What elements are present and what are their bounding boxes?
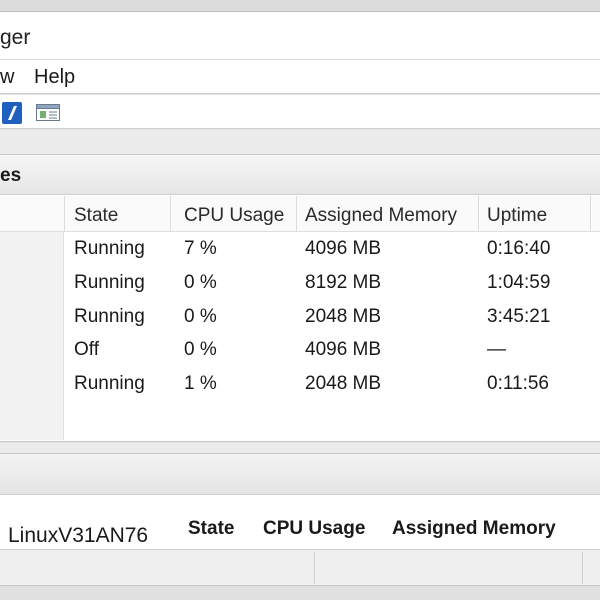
details-pane-header (0, 453, 600, 495)
vm-uptime: 1:04:59 (487, 272, 551, 293)
vm-assigned-memory: 8192 MB (305, 272, 382, 293)
vm-state: Running (74, 272, 145, 293)
status-bar (0, 550, 600, 586)
vm-uptime: 3:45:21 (487, 306, 551, 327)
vm-state: Running (74, 238, 145, 259)
menu-view[interactable]: w (0, 66, 14, 89)
column-separator[interactable] (64, 196, 65, 232)
vm-state: Off (74, 339, 99, 360)
help-icon[interactable] (2, 102, 22, 124)
table-row[interactable]: Running 1 % 2048 MB 0:11:56 (64, 367, 600, 401)
details-header-assigned-memory: Assigned Memory (392, 518, 556, 539)
vm-assigned-memory: 2048 MB (305, 306, 382, 327)
vm-cpu-usage: 1 % (184, 373, 217, 394)
vm-cpu-usage: 7 % (184, 238, 217, 259)
menu-help[interactable]: Help (34, 66, 75, 89)
vm-assigned-memory: 4096 MB (305, 238, 382, 259)
vm-assigned-memory: 4096 MB (305, 339, 382, 360)
vm-cpu-usage: 0 % (184, 272, 217, 293)
selected-vm-name: LinuxV31AN76 (8, 524, 149, 547)
status-bar-separator (582, 552, 583, 584)
pane-splitter[interactable] (0, 443, 600, 453)
column-separator[interactable] (590, 196, 591, 232)
toolbar (0, 95, 600, 129)
column-header-cpu-usage[interactable]: CPU Usage (184, 205, 284, 227)
vm-cpu-usage: 0 % (184, 339, 217, 360)
menu-bar (0, 60, 600, 94)
name-column (0, 232, 64, 440)
vm-state: Running (74, 373, 145, 394)
details-header-cpu-usage: CPU Usage (263, 518, 366, 539)
vm-cpu-usage: 0 % (184, 306, 217, 327)
column-header-state[interactable]: State (74, 205, 118, 227)
title-bar (0, 12, 600, 60)
status-bar-separator (314, 552, 315, 584)
panel-toggle-icon[interactable] (36, 102, 60, 124)
window-frame-bottom (0, 586, 600, 600)
virtual-machines-pane-header (0, 155, 600, 195)
window-frame-top (0, 0, 600, 12)
table-row[interactable]: Running 7 % 4096 MB 0:16:40 (64, 232, 600, 266)
vm-uptime: 0:11:56 (487, 373, 549, 394)
column-separator[interactable] (296, 196, 297, 232)
column-header-assigned-memory[interactable]: Assigned Memory (305, 205, 457, 227)
column-separator[interactable] (478, 196, 479, 232)
table-row[interactable]: Running 0 % 8192 MB 1:04:59 (64, 266, 600, 300)
window-title: ger (0, 26, 31, 49)
vm-assigned-memory: 2048 MB (305, 373, 382, 394)
table-row[interactable]: Off 0 % 4096 MB — (64, 333, 600, 367)
vm-uptime: — (487, 339, 506, 360)
column-separator[interactable] (170, 196, 171, 232)
vm-uptime: 0:16:40 (487, 238, 551, 259)
pane-gap (0, 130, 600, 154)
details-header-state: State (188, 518, 235, 539)
column-header-uptime[interactable]: Uptime (487, 205, 547, 227)
table-row[interactable]: Running 0 % 2048 MB 3:45:21 (64, 300, 600, 334)
vm-state: Running (74, 306, 145, 327)
virtual-machines-pane-title: es (0, 165, 22, 186)
